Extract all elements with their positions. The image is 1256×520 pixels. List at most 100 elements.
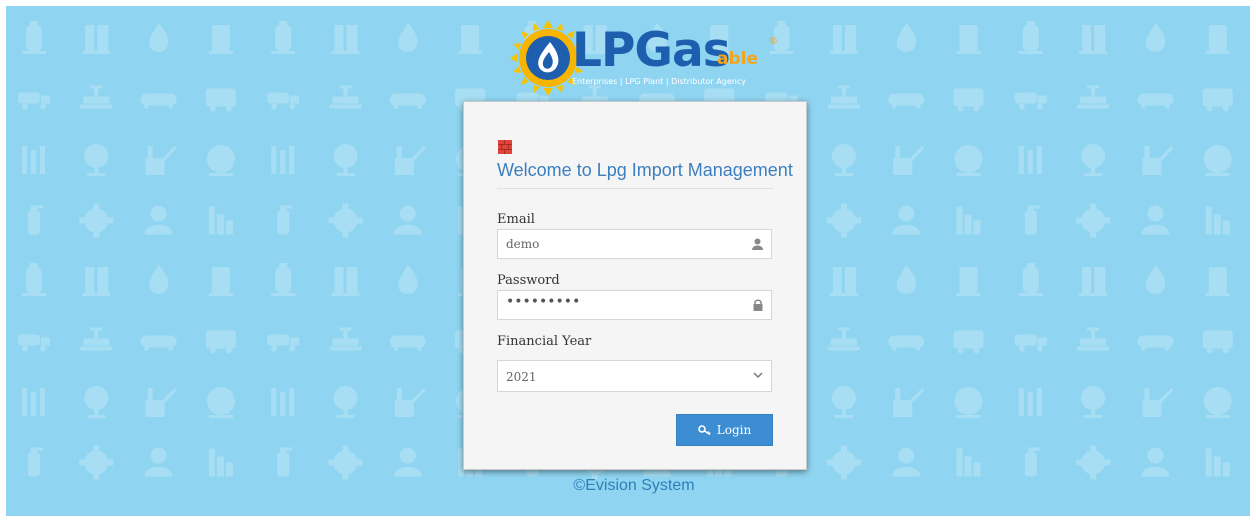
pattern-icon bbox=[22, 21, 46, 54]
pattern-icon bbox=[394, 146, 426, 175]
pattern-icon bbox=[28, 205, 43, 235]
pattern-icon bbox=[206, 387, 235, 418]
financial-year-value: 2021 bbox=[506, 370, 537, 384]
brand-tagline: Enterprises | LPG Plant | Distributor Ag… bbox=[572, 77, 746, 86]
pattern-icon bbox=[389, 93, 426, 109]
pattern-icon bbox=[328, 445, 363, 480]
pattern-icon bbox=[1145, 265, 1166, 294]
pattern-icon bbox=[84, 144, 109, 176]
pattern-icon bbox=[140, 335, 177, 351]
pattern-icon bbox=[331, 25, 360, 54]
pattern-icon bbox=[892, 447, 921, 477]
pattern-icon bbox=[28, 447, 43, 477]
page-background: LPGas able ® Enterprises | LPG Plant | D… bbox=[6, 6, 1250, 516]
pattern-icon bbox=[329, 327, 362, 351]
pattern-icon bbox=[1142, 146, 1174, 175]
pattern-icon bbox=[893, 388, 925, 417]
password-label: Password bbox=[497, 273, 560, 288]
pattern-icon bbox=[826, 203, 861, 238]
pattern-icon bbox=[829, 25, 858, 54]
pattern-icon bbox=[1205, 25, 1230, 54]
pattern-icon bbox=[1018, 388, 1042, 416]
pattern-icon bbox=[149, 23, 169, 52]
login-button[interactable]: Login bbox=[676, 414, 773, 446]
login-button-label: Login bbox=[716, 423, 752, 437]
pattern-icon bbox=[18, 334, 50, 352]
pattern-icon bbox=[267, 334, 300, 352]
pattern-icon bbox=[1081, 144, 1106, 176]
pattern-icon bbox=[271, 388, 295, 416]
pattern-icon bbox=[208, 206, 233, 235]
footer-credit: ©Evision System bbox=[573, 477, 695, 494]
pattern-icon bbox=[888, 335, 925, 351]
pattern-icon bbox=[956, 206, 981, 235]
pattern-icon bbox=[896, 23, 916, 52]
pattern-icon bbox=[79, 445, 114, 480]
financial-year-label: Financial Year bbox=[497, 334, 592, 349]
pattern-icon bbox=[829, 267, 858, 296]
pattern-icon bbox=[393, 205, 422, 235]
pattern-icon bbox=[82, 25, 111, 54]
pattern-icon bbox=[329, 85, 362, 109]
login-panel: Welcome to Lpg Import Management Email d… bbox=[463, 101, 807, 470]
pattern-icon bbox=[1145, 23, 1166, 52]
pattern-icon bbox=[831, 386, 856, 418]
pattern-icon bbox=[1079, 25, 1108, 54]
email-field[interactable]: demo bbox=[497, 229, 772, 259]
pattern-icon bbox=[1205, 267, 1230, 296]
pattern-icon bbox=[1202, 88, 1233, 112]
user-icon bbox=[752, 238, 763, 250]
pattern-icon bbox=[22, 146, 45, 174]
pattern-icon bbox=[953, 88, 984, 112]
pattern-icon bbox=[826, 445, 861, 480]
pattern-icon bbox=[956, 448, 981, 477]
pattern-icon bbox=[277, 205, 293, 235]
pattern-icon bbox=[82, 267, 111, 296]
pattern-icon bbox=[205, 88, 236, 112]
pattern-icon bbox=[398, 265, 418, 294]
pattern-icon bbox=[18, 92, 50, 110]
pattern-icon bbox=[328, 203, 363, 238]
pattern-icon bbox=[1141, 205, 1170, 235]
title-divider bbox=[497, 188, 773, 189]
pattern-icon bbox=[267, 92, 300, 110]
pattern-icon bbox=[1018, 146, 1042, 174]
chevron-down-icon bbox=[753, 372, 763, 379]
pattern-icon bbox=[1142, 388, 1174, 417]
pattern-icon bbox=[1076, 203, 1111, 238]
pattern-icon bbox=[80, 327, 113, 351]
pattern-icon bbox=[333, 144, 358, 176]
pattern-icon bbox=[1202, 330, 1233, 354]
pattern-icon bbox=[831, 144, 856, 176]
pattern-icon bbox=[458, 25, 483, 54]
pattern-icon bbox=[206, 145, 235, 176]
pattern-icon bbox=[144, 205, 173, 235]
pattern-icon bbox=[271, 263, 296, 296]
pattern-icon bbox=[1205, 448, 1230, 477]
pattern-icon bbox=[1024, 205, 1040, 235]
pattern-icon bbox=[149, 265, 169, 294]
pattern-icon bbox=[145, 388, 177, 417]
password-field[interactable]: ••••••••• bbox=[497, 290, 772, 320]
pattern-icon bbox=[1018, 21, 1043, 54]
lock-icon bbox=[753, 299, 763, 311]
pattern-icon bbox=[1137, 335, 1174, 351]
pattern-icon bbox=[208, 25, 233, 54]
pattern-icon bbox=[1137, 93, 1174, 109]
pattern-icon bbox=[1081, 386, 1106, 418]
pattern-icon bbox=[1077, 327, 1110, 351]
pattern-icon bbox=[144, 447, 173, 477]
pattern-icon bbox=[80, 85, 113, 109]
pattern-icon bbox=[1203, 145, 1232, 176]
financial-year-select[interactable]: 2021 bbox=[497, 360, 772, 392]
key-icon bbox=[697, 425, 711, 435]
password-value: ••••••••• bbox=[506, 294, 581, 310]
pattern-icon bbox=[84, 386, 109, 418]
pattern-icon bbox=[1076, 445, 1111, 480]
pattern-icon bbox=[398, 23, 418, 52]
pattern-icon bbox=[1079, 267, 1108, 296]
pattern-icon bbox=[277, 447, 293, 477]
pattern-icon bbox=[827, 327, 860, 351]
pattern-icon bbox=[271, 21, 296, 54]
pattern-icon bbox=[1024, 447, 1040, 477]
